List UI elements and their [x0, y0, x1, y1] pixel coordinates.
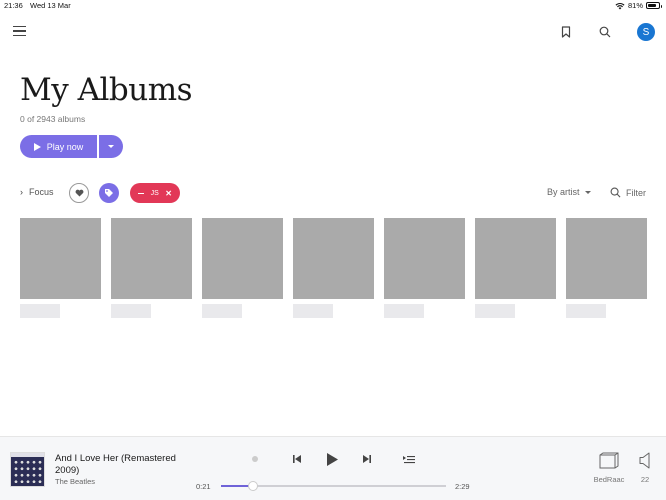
album-cover[interactable] — [10, 452, 45, 487]
caret-down-icon — [108, 145, 114, 148]
hamburger-icon[interactable] — [13, 26, 26, 38]
filter-button[interactable]: Filter — [610, 187, 646, 198]
focus-label: Focus — [29, 187, 54, 197]
chevron-right-icon: › — [20, 187, 23, 197]
status-time: 21:36 — [4, 1, 23, 10]
tag-icon — [105, 189, 113, 197]
focus-bar: › Focus JS ✕ By artist Filter — [20, 183, 650, 203]
album-label-placeholder — [111, 304, 151, 318]
album-tile[interactable] — [202, 218, 283, 318]
search-icon[interactable] — [597, 24, 613, 40]
battery-icon — [646, 2, 662, 9]
wifi-icon — [615, 2, 625, 9]
search-icon — [610, 187, 621, 198]
play-now-button[interactable]: Play now — [20, 135, 97, 158]
output-device-button[interactable]: BedRaac — [594, 452, 624, 484]
shuffle-indicator[interactable] — [252, 456, 258, 462]
close-icon[interactable]: ✕ — [165, 189, 172, 198]
caret-down-icon — [584, 190, 591, 194]
album-label-placeholder — [475, 304, 515, 318]
album-count: 0 of 2943 albums — [20, 114, 86, 124]
album-art-placeholder — [111, 218, 192, 299]
play-button[interactable] — [323, 450, 341, 468]
tag-chip-label: JS — [150, 189, 159, 197]
album-label-placeholder — [566, 304, 606, 318]
status-bar: 21:36 Wed 13 Mar 81% — [0, 0, 666, 12]
tag-chip[interactable]: JS ✕ — [130, 183, 180, 203]
queue-icon — [403, 455, 415, 463]
album-tile[interactable] — [111, 218, 192, 318]
album-label-placeholder — [293, 304, 333, 318]
track-artist[interactable]: The Beatles — [55, 477, 95, 486]
album-grid — [20, 218, 647, 318]
album-label-placeholder — [20, 304, 60, 318]
track-title[interactable]: And I Love Her (Remastered 2009) — [55, 453, 190, 477]
progress-slider[interactable] — [221, 481, 446, 491]
volume-icon — [639, 452, 650, 469]
status-date: Wed 13 Mar — [30, 1, 71, 10]
bookmark-icon[interactable] — [558, 24, 574, 40]
play-icon — [33, 142, 41, 151]
album-art-placeholder — [566, 218, 647, 299]
album-label-placeholder — [202, 304, 242, 318]
now-playing-bar: And I Love Her (Remastered 2009) The Bea… — [0, 436, 666, 500]
skip-next-icon — [363, 455, 371, 463]
tag-filter-button[interactable] — [99, 183, 119, 203]
album-tile[interactable] — [384, 218, 465, 318]
avatar[interactable]: S — [637, 23, 655, 41]
album-art-placeholder — [20, 218, 101, 299]
favorites-filter-button[interactable] — [69, 183, 89, 203]
skip-previous-icon — [293, 455, 301, 463]
album-art-placeholder — [202, 218, 283, 299]
speaker-zone-icon — [599, 452, 619, 469]
elapsed-time: 0:21 — [196, 482, 211, 491]
volume-button[interactable]: 22 — [635, 452, 655, 484]
duration-time: 2:29 — [455, 482, 470, 491]
volume-level: 22 — [640, 475, 650, 484]
album-art-placeholder — [293, 218, 374, 299]
album-tile[interactable] — [293, 218, 374, 318]
album-label-placeholder — [384, 304, 424, 318]
filter-label: Filter — [626, 187, 646, 198]
album-tile[interactable] — [566, 218, 647, 318]
album-tile[interactable] — [475, 218, 556, 318]
queue-button[interactable] — [402, 453, 416, 465]
album-art-placeholder — [384, 218, 465, 299]
focus-toggle[interactable]: › Focus — [20, 187, 54, 197]
battery-percent: 81% — [627, 1, 643, 10]
progress-handle[interactable] — [247, 481, 258, 491]
previous-track-button[interactable] — [290, 452, 304, 466]
play-icon — [326, 452, 338, 466]
sort-label: By artist — [547, 187, 580, 197]
sort-dropdown[interactable]: By artist — [547, 187, 591, 197]
album-tile[interactable] — [20, 218, 101, 318]
album-art-placeholder — [475, 218, 556, 299]
next-track-button[interactable] — [360, 452, 374, 466]
heart-icon — [75, 189, 83, 197]
play-button-group: Play now — [20, 135, 123, 158]
play-now-label: Play now — [46, 141, 84, 152]
play-options-dropdown[interactable] — [99, 135, 123, 158]
minus-icon — [138, 192, 144, 194]
avatar-initial: S — [642, 26, 650, 38]
page-title: My Albums — [20, 72, 193, 108]
status-indicators: 81% — [615, 1, 662, 10]
device-name: BedRaac — [593, 475, 625, 484]
